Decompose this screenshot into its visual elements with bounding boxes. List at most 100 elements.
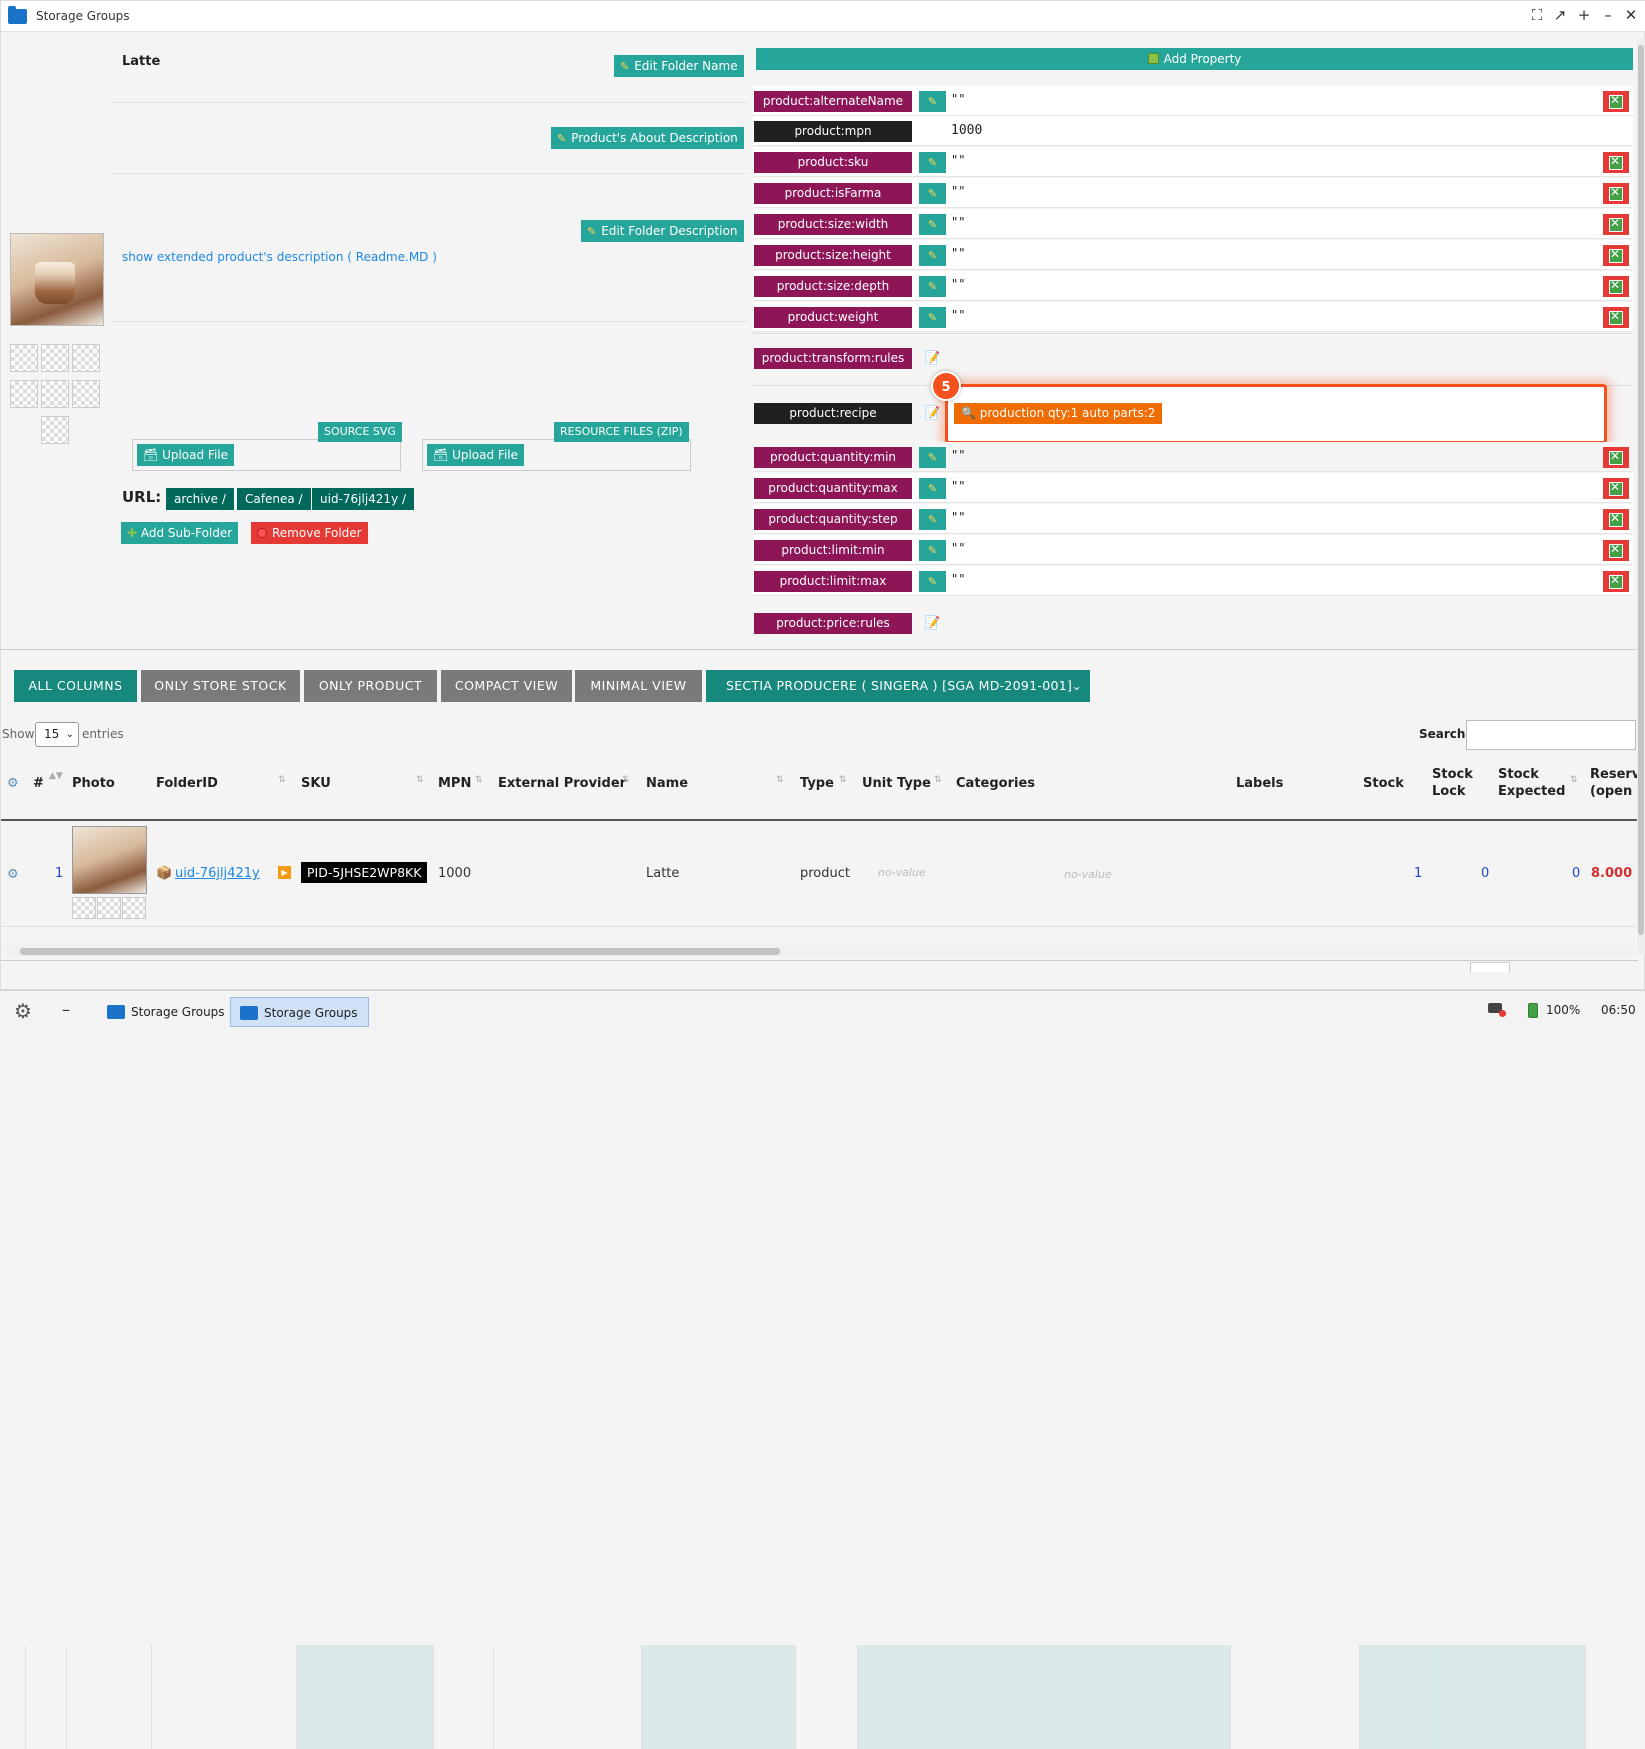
property-key[interactable]: product:limit:min (754, 540, 912, 561)
horizontal-scrollbar[interactable] (6, 945, 1633, 957)
minimal-view-button[interactable]: MINIMAL VIEW (575, 670, 702, 702)
notepad-icon[interactable]: 📝 (919, 403, 946, 424)
minimize-all-icon[interactable]: – (62, 1000, 70, 1019)
column-type[interactable]: Type (800, 775, 834, 792)
sort-icon[interactable]: ⇅ (622, 775, 630, 785)
sort-icon[interactable]: ⇅ (475, 775, 483, 785)
image-slot[interactable] (72, 380, 100, 408)
taskbar-item[interactable]: Storage Groups (98, 997, 235, 1027)
delete-property-button[interactable]: ✕ (1603, 540, 1629, 561)
property-key[interactable]: product:transform:rules (754, 348, 912, 369)
pencil-icon[interactable]: ✎ (919, 91, 946, 112)
fullscreen-icon[interactable]: ⛶ (1528, 6, 1546, 24)
delete-property-button[interactable]: ✕ (1603, 447, 1629, 468)
popout-icon[interactable]: ↗ (1551, 6, 1569, 24)
sort-icon[interactable]: ⇅ (776, 775, 784, 785)
only-product-button[interactable]: ONLY PRODUCT (304, 670, 437, 702)
property-key[interactable]: product:quantity:step (754, 509, 912, 530)
image-slot[interactable] (97, 897, 121, 919)
pencil-icon[interactable]: ✎ (919, 478, 946, 499)
pencil-icon[interactable]: ✎ (919, 509, 946, 530)
pencil-icon[interactable]: ✎ (919, 307, 946, 328)
compact-view-button[interactable]: COMPACT VIEW (441, 670, 572, 702)
property-key[interactable]: product:size:height (754, 245, 912, 266)
property-key[interactable]: product:weight (754, 307, 912, 328)
product-thumbnail[interactable] (10, 233, 104, 326)
breadcrumb-cafenea[interactable]: Cafenea / (237, 488, 311, 510)
pencil-icon[interactable]: ✎ (919, 183, 946, 204)
folder-id-link[interactable]: uid-76jlj421y (175, 866, 260, 881)
pencil-icon[interactable]: ✎ (919, 214, 946, 235)
column-external-provider[interactable]: External Provider (498, 775, 626, 792)
close-icon[interactable]: ✕ (1622, 6, 1640, 24)
property-key[interactable]: product:isFarma (754, 183, 912, 204)
only-store-stock-button[interactable]: ONLY STORE STOCK (141, 670, 300, 702)
column-unit-type[interactable]: Unit Type (862, 775, 931, 792)
sort-icon[interactable]: ⇅ (934, 775, 942, 785)
delete-property-button[interactable]: ✕ (1603, 91, 1629, 112)
delete-property-button[interactable]: ✕ (1603, 571, 1629, 592)
image-slot[interactable] (41, 344, 69, 372)
image-slot[interactable] (41, 380, 69, 408)
delete-property-button[interactable]: ✕ (1603, 214, 1629, 235)
upload-svg-button[interactable]: 🗃 Upload File (137, 444, 235, 466)
pencil-icon[interactable]: ✎ (919, 571, 946, 592)
gear-icon[interactable]: ⚙ (7, 867, 19, 882)
row-photo[interactable] (72, 826, 147, 894)
taskbar-item-active[interactable]: Storage Groups (230, 997, 369, 1027)
search-input[interactable] (1466, 720, 1636, 750)
column-sku[interactable]: SKU (301, 775, 331, 792)
add-property-button[interactable]: Add Property (756, 48, 1633, 70)
edit-folder-name-button[interactable]: ✎ Edit Folder Name (614, 55, 744, 77)
settings-icon[interactable]: ⚙ (14, 999, 32, 1023)
property-key[interactable]: product:quantity:min (754, 447, 912, 468)
minimize-icon[interactable]: – (1599, 6, 1617, 24)
add-window-icon[interactable]: + (1575, 6, 1593, 24)
delete-property-button[interactable]: ✕ (1603, 509, 1629, 530)
notepad-icon[interactable]: 📝 (919, 348, 946, 369)
sort-icon[interactable]: ⇅ (416, 775, 424, 785)
page-size-select[interactable]: 15 ⌄ (35, 722, 79, 747)
column-stock[interactable]: Stock (1363, 775, 1404, 792)
property-key[interactable]: product:limit:max (754, 571, 912, 592)
column-reserved[interactable]: Reserv (open (1590, 766, 1638, 800)
pencil-icon[interactable]: ✎ (919, 276, 946, 297)
property-key[interactable]: product:size:width (754, 214, 912, 235)
property-key[interactable]: product:sku (754, 152, 912, 173)
vertical-scrollbar[interactable] (1637, 39, 1645, 955)
play-icon[interactable]: ▶ (278, 866, 291, 879)
sort-icon[interactable]: ⇅ (1570, 775, 1578, 785)
recipe-value-tag[interactable]: 🔍 production qty:1 auto parts:2 (954, 403, 1163, 424)
breadcrumb-archive[interactable]: archive / (166, 488, 234, 510)
scroll-thumb[interactable] (1638, 45, 1644, 935)
property-key[interactable]: product:size:depth (754, 276, 912, 297)
column-stock-expected[interactable]: Stock Expected (1498, 766, 1568, 800)
property-key[interactable]: product:quantity:max (754, 478, 912, 499)
scroll-thumb[interactable] (20, 948, 780, 955)
all-columns-button[interactable]: ALL COLUMNS (14, 670, 137, 702)
notepad-icon[interactable]: 📝 (919, 613, 946, 634)
network-icon[interactable] (1488, 1003, 1506, 1017)
delete-property-button[interactable]: ✕ (1603, 307, 1629, 328)
sort-icon[interactable]: ⇅ (839, 775, 847, 785)
pencil-icon[interactable]: ✎ (919, 245, 946, 266)
column-name[interactable]: Name (646, 775, 688, 792)
image-slot[interactable] (72, 344, 100, 372)
image-slot[interactable] (122, 897, 146, 919)
upload-zip-button[interactable]: 🗃 Upload File (427, 444, 525, 466)
gear-icon[interactable]: ⚙ (7, 775, 19, 792)
sort-icon[interactable]: ⇅ (278, 775, 286, 785)
readme-link[interactable]: show extended product's description ( Re… (122, 250, 437, 264)
pencil-icon[interactable]: ✎ (919, 540, 946, 561)
property-key[interactable]: product:alternateName (754, 91, 912, 112)
section-select[interactable]: SECTIA PRODUCERE ( SINGERA ) [SGA MD-209… (706, 670, 1090, 702)
battery-icon[interactable] (1528, 1003, 1538, 1018)
edit-folder-description-button[interactable]: ✎ Edit Folder Description (581, 220, 744, 242)
image-slot[interactable] (10, 344, 38, 372)
add-sub-folder-button[interactable]: ✚ Add Sub-Folder (121, 522, 239, 544)
delete-property-button[interactable]: ✕ (1603, 183, 1629, 204)
column-folder-id[interactable]: FolderID (156, 775, 218, 792)
sort-icon[interactable]: ▲▼ (49, 771, 63, 781)
column-number[interactable]: # (33, 775, 44, 792)
about-description-button[interactable]: ✎ Product's About Description (551, 127, 744, 149)
